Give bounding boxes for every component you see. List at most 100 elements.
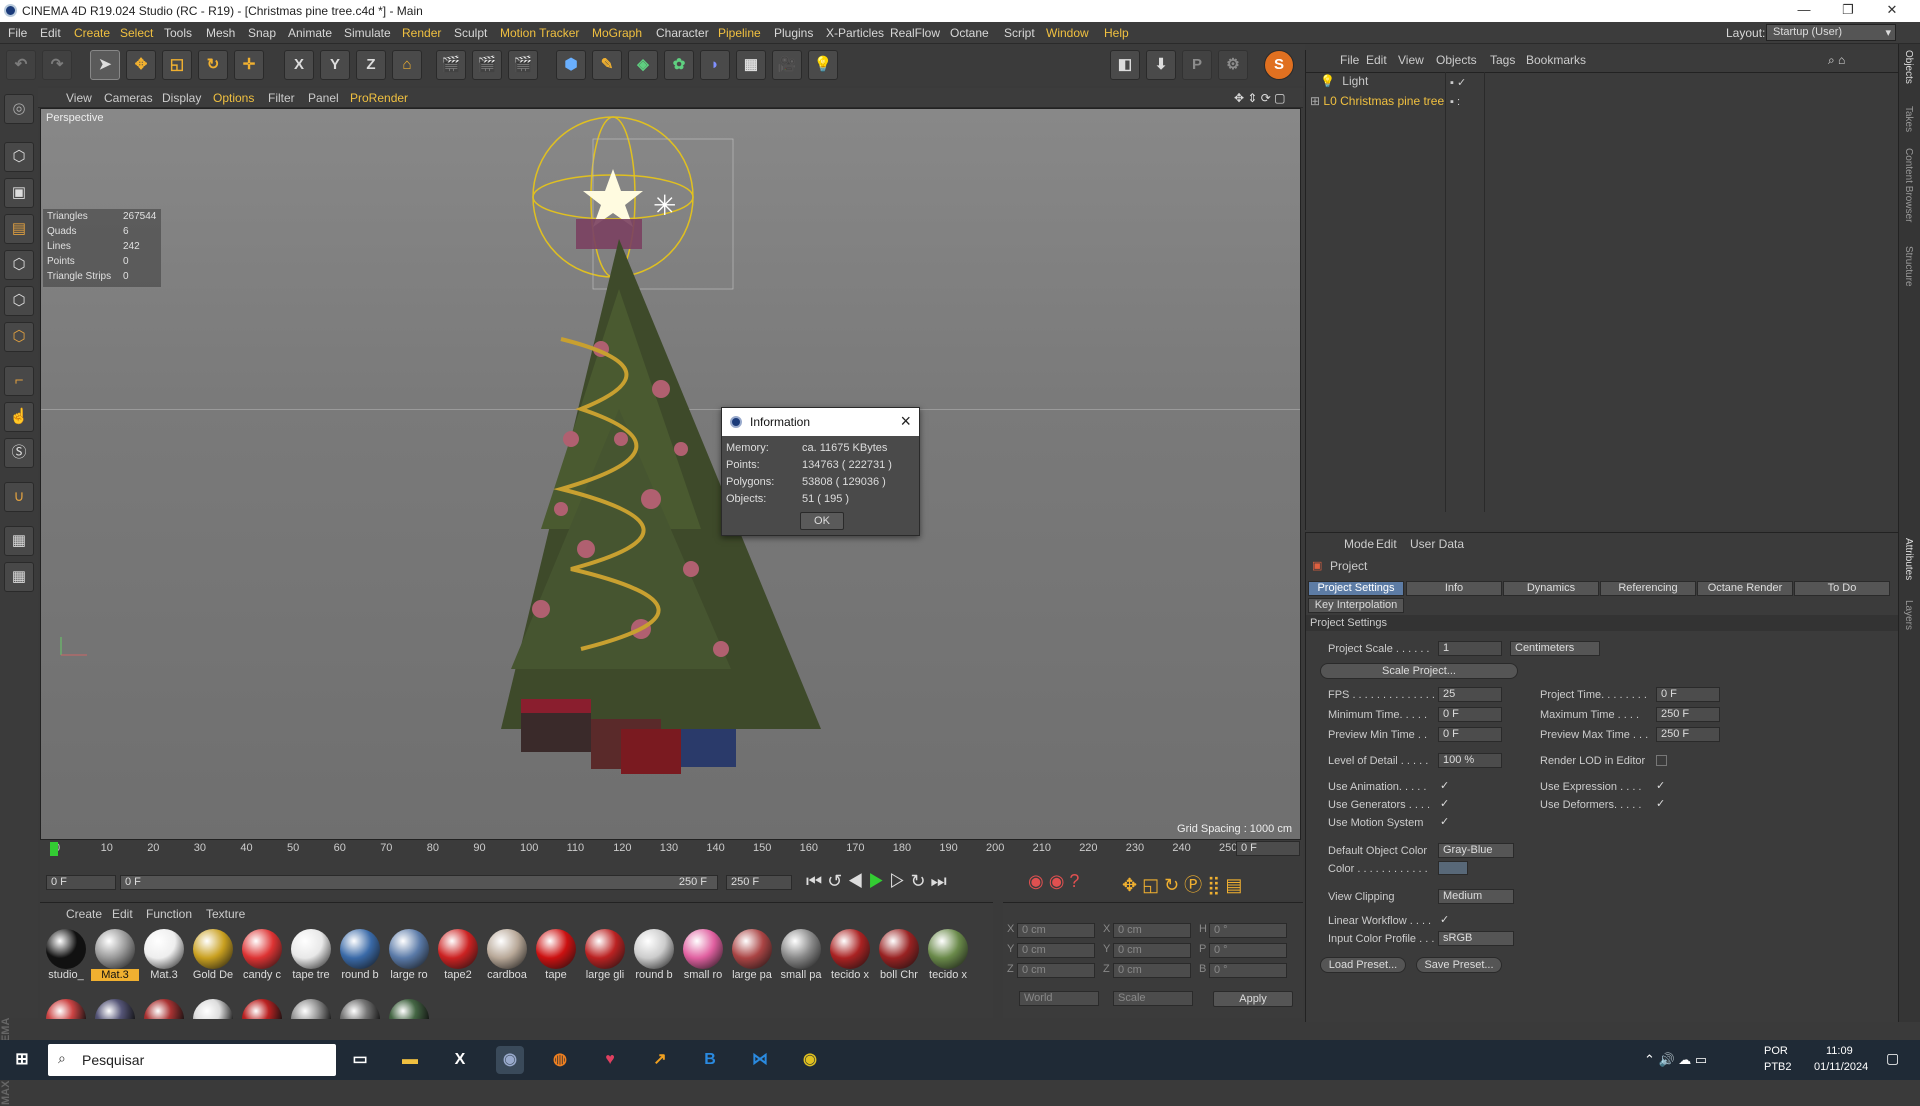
sidebar-tab-structure[interactable]: Structure	[1903, 246, 1914, 287]
min-time-field[interactable]: 0 F	[1438, 707, 1502, 722]
rotate-tool-button[interactable]: ↻	[198, 50, 228, 80]
mat-menu-function[interactable]: Function	[146, 907, 192, 921]
close-icon[interactable]: ×	[900, 411, 911, 432]
close-window-button[interactable]: ✕	[1872, 2, 1912, 20]
clock-time[interactable]: 11:09	[1826, 1045, 1853, 1057]
timeline-ruler[interactable]: 0102030405060708090100110120130140150160…	[40, 840, 1240, 856]
object-row-christmas-pine-tree[interactable]: ⊞ L0 Christmas pine tree	[1310, 94, 1444, 112]
material-swatch[interactable]: large gli	[581, 929, 627, 981]
material-swatch[interactable]: Gold De	[189, 929, 235, 981]
obj-menu-file[interactable]: File	[1340, 53, 1359, 67]
viewport[interactable]: Perspective Triangles 267544 Quads 6 Lines…	[40, 108, 1301, 840]
tweak-icon[interactable]: ☝	[4, 402, 34, 432]
coordinate-field[interactable]: 0 cm	[1017, 943, 1095, 958]
vscode-icon[interactable]: ⋈	[746, 1046, 774, 1074]
snap-s-icon[interactable]: Ⓢ	[4, 438, 34, 468]
undo-button[interactable]: ↶	[6, 50, 36, 80]
coordinate-field[interactable]: 0 cm	[1017, 963, 1095, 978]
coordinate-field[interactable]: 0 cm	[1113, 943, 1191, 958]
viewport-nav-icons[interactable]: ✥ ⇕ ⟳ ▢	[1234, 91, 1286, 105]
x-axis-button[interactable]: X	[284, 50, 314, 80]
viewport-solo-icon[interactable]: ◎	[4, 94, 34, 124]
obj-menu-objects[interactable]: Objects	[1436, 53, 1477, 67]
sidebar-tab-content-browser[interactable]: Content Browser	[1903, 148, 1914, 222]
apply-button[interactable]: Apply	[1213, 991, 1293, 1007]
z-axis-button[interactable]: Z	[356, 50, 386, 80]
cinema4d-taskbar-icon[interactable]: ◉	[496, 1046, 524, 1074]
coordinate-field[interactable]: 0 °	[1209, 943, 1287, 958]
material-swatch[interactable]	[291, 999, 331, 1019]
cloner-icon[interactable]: ✿	[664, 50, 694, 80]
coordinate-field[interactable]: 0 cm	[1113, 923, 1191, 938]
material-swatch[interactable]	[340, 999, 380, 1019]
linear-workflow-checkbox[interactable]: ✓	[1440, 915, 1451, 926]
menu-script[interactable]: Script	[1004, 26, 1035, 40]
keyboard-layout-indicator[interactable]: PTB2	[1764, 1061, 1792, 1073]
view-clipping-select[interactable]: Medium	[1438, 889, 1514, 904]
material-swatch[interactable]	[242, 999, 282, 1019]
sculpt-icon[interactable]: ⬇	[1146, 50, 1176, 80]
menu-sculpt[interactable]: Sculpt	[454, 26, 487, 40]
pen-icon[interactable]: ✎	[592, 50, 622, 80]
project-scale-unit-select[interactable]: Centimeters	[1510, 641, 1600, 656]
sidebar-tab-attributes[interactable]: Attributes	[1903, 538, 1914, 580]
language-indicator[interactable]: POR	[1764, 1045, 1788, 1057]
tab-referencing[interactable]: Referencing	[1600, 581, 1696, 596]
material-swatch[interactable]: small pa	[777, 929, 823, 981]
deformer-icon[interactable]: ◗	[700, 50, 730, 80]
material-swatch[interactable]: large pa	[728, 929, 774, 981]
coordinate-field[interactable]: 0 °	[1209, 963, 1287, 978]
layout-select[interactable]: Startup (User) ▾	[1766, 24, 1896, 41]
taskbar-search[interactable]: ⌕ Pesquisar	[48, 1044, 336, 1076]
notification-icon[interactable]: ▢	[1886, 1050, 1899, 1067]
coordinate-field[interactable]: 0 cm	[1113, 963, 1191, 978]
sidebar-tab-objects[interactable]: Objects	[1903, 50, 1914, 84]
project-scale-field[interactable]: 1	[1438, 641, 1502, 656]
visibility-toggle-icon[interactable]: ▪ ✓	[1450, 76, 1466, 89]
camera-icon[interactable]: 🎥	[772, 50, 802, 80]
material-swatch[interactable]: studio_	[42, 929, 88, 981]
material-swatch[interactable]: tecido x	[826, 929, 872, 981]
material-swatch[interactable]: tape tre	[287, 929, 333, 981]
load-preset-button[interactable]: Load Preset...	[1320, 957, 1406, 973]
axis-icon[interactable]: ⌐	[4, 366, 34, 396]
material-swatch[interactable]	[95, 999, 135, 1019]
search-icon[interactable]: ⌕ ⌂	[1828, 53, 1845, 68]
material-swatch[interactable]: tape2	[434, 929, 480, 981]
arrow-app-icon[interactable]: ↗	[646, 1046, 674, 1074]
material-swatch[interactable]: boll Chr	[875, 929, 921, 981]
material-swatch[interactable]	[46, 999, 86, 1019]
heart-app-icon[interactable]: ♥	[596, 1046, 624, 1074]
tab-dynamics[interactable]: Dynamics	[1503, 581, 1599, 596]
menu-snap[interactable]: Snap	[248, 26, 276, 40]
expand-icon[interactable]: ⊞	[1310, 94, 1320, 108]
polygons-mode-icon[interactable]: ⬡	[4, 322, 34, 352]
keyframe-controls[interactable]: ◉ ◉ ?	[1028, 871, 1079, 892]
world-select[interactable]: World	[1019, 991, 1099, 1006]
coordinate-field[interactable]: 0 cm	[1017, 923, 1095, 938]
menu-select[interactable]: Select	[120, 26, 153, 40]
menu-motion-tracker[interactable]: Motion Tracker	[500, 26, 579, 40]
x-app-icon[interactable]: X	[446, 1046, 474, 1074]
preview-min-field[interactable]: 0 F	[1438, 727, 1502, 742]
lock-workplane-icon[interactable]: ▦	[4, 562, 34, 592]
coordinate-field[interactable]: 0 °	[1209, 923, 1287, 938]
timeline[interactable]: 0102030405060708090100110120130140150160…	[40, 840, 1303, 900]
coordinate-system-button[interactable]: ⌂	[392, 50, 422, 80]
select-tool-button[interactable]: ➤	[90, 50, 120, 80]
render-settings-button[interactable]: 🎬	[508, 50, 538, 80]
clock-date[interactable]: 01/11/2024	[1814, 1061, 1868, 1073]
material-swatch[interactable]: tape	[532, 929, 578, 981]
windows-start-icon[interactable]: ⊞	[8, 1046, 36, 1074]
menu-help[interactable]: Help	[1104, 26, 1129, 40]
visibility-toggle-icon[interactable]: ▪ :	[1450, 96, 1460, 108]
menu-character[interactable]: Character	[656, 26, 709, 40]
material-swatch[interactable]	[144, 999, 184, 1019]
menu-x-particles[interactable]: X-Particles	[826, 26, 884, 40]
material-swatch[interactable]: large ro	[385, 929, 431, 981]
magnet-icon[interactable]: ∪	[4, 482, 34, 512]
texture-mode-icon[interactable]: ▣	[4, 178, 34, 208]
ok-button[interactable]: OK	[800, 512, 844, 530]
material-swatch[interactable]: small ro	[679, 929, 725, 981]
vp-menu-panel[interactable]: Panel	[308, 91, 339, 105]
